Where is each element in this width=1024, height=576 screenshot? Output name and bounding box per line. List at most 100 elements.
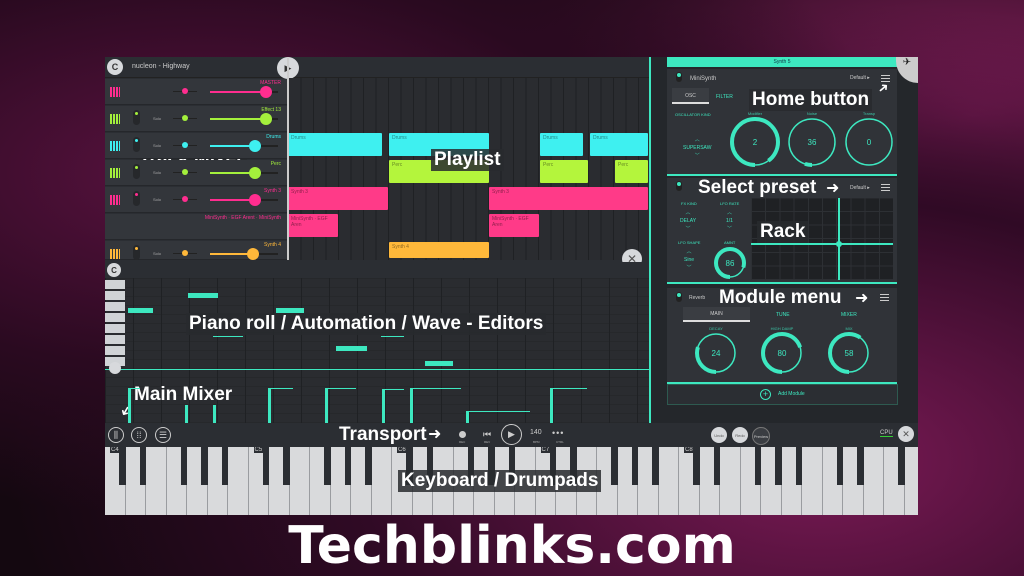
automation-point[interactable] [268, 388, 293, 423]
main-mixer-button[interactable]: ⫼ [108, 427, 124, 443]
knob-synth-2[interactable]: Transp 0 [843, 111, 895, 170]
note[interactable] [188, 293, 218, 298]
home-menu-button[interactable]: C [107, 59, 123, 75]
white-key[interactable] [228, 447, 249, 515]
xy-pad-handle[interactable] [836, 241, 842, 247]
fx-kind-selector[interactable]: ︿ DELAY ﹀ [680, 209, 696, 233]
white-key[interactable] [658, 447, 679, 515]
solo-button[interactable]: Solo [153, 197, 161, 202]
knob-reverb-2[interactable]: MIX 58 [827, 326, 871, 377]
playlist-clip[interactable]: MiniSynth · EGF Aren [489, 214, 539, 237]
automation-point[interactable] [213, 405, 216, 423]
automation-point[interactable] [382, 389, 404, 423]
note[interactable] [425, 361, 453, 366]
split-handle[interactable] [109, 362, 121, 374]
more-icon[interactable]: ••• [552, 428, 564, 438]
tab-mixer[interactable]: MIXER [841, 312, 857, 318]
piano-roll-key[interactable] [105, 313, 125, 322]
preset-selector[interactable]: Default ▸ [850, 75, 870, 81]
white-key[interactable] [904, 447, 918, 515]
automation-point[interactable] [466, 411, 530, 423]
white-key[interactable] [371, 447, 392, 515]
record-button[interactable] [459, 431, 466, 438]
knob-amnt[interactable]: 86 [713, 246, 747, 282]
pan-knob[interactable] [182, 169, 188, 175]
note[interactable] [336, 346, 367, 351]
knob-reverb-0[interactable]: DECAY 24 [694, 326, 738, 377]
undo-button[interactable]: Undo [711, 427, 727, 443]
knob-dial[interactable]: 58 [827, 331, 871, 375]
automation-point[interactable] [410, 388, 461, 423]
automation-point[interactable] [550, 388, 587, 423]
volume-slider[interactable] [249, 140, 261, 152]
automation-point[interactable] [325, 388, 356, 423]
playhead[interactable] [287, 57, 289, 260]
white-key[interactable] [863, 447, 884, 515]
preview-button[interactable]: Preview [752, 427, 770, 445]
redo-button[interactable]: Redo [732, 427, 748, 443]
tab-filter[interactable]: FILTER [716, 94, 733, 100]
lfo-rate-selector[interactable]: ︿ 1/1 ﹀ [726, 209, 733, 233]
piano-roll-key[interactable] [105, 324, 125, 333]
piano-roll-keys[interactable] [105, 280, 125, 370]
white-key[interactable] [289, 447, 310, 515]
playlist-clip[interactable]: Perc [615, 160, 648, 183]
playlist-clip[interactable]: Drums [590, 133, 648, 156]
drumpads-button[interactable]: ⁞⁞ [131, 427, 147, 443]
knob-dial[interactable]: 86 [713, 246, 747, 280]
knob-dial[interactable]: 2 [729, 116, 781, 168]
fx-menu-icon[interactable] [881, 184, 890, 191]
white-key[interactable] [146, 447, 167, 515]
playlist-clip[interactable]: Drums [288, 133, 382, 156]
play-button[interactable]: ▶ [501, 424, 522, 445]
piano-roll-key[interactable] [105, 302, 125, 311]
pan-knob[interactable] [182, 115, 188, 121]
pan-knob[interactable] [182, 250, 188, 256]
playlist-clip[interactable]: Synth 3 [288, 187, 388, 210]
osc-kind-selector[interactable]: ︿ SUPERSAW ﹀ [683, 136, 711, 160]
note[interactable] [276, 308, 304, 313]
solo-button[interactable]: Solo [153, 251, 161, 256]
playlist-clip[interactable]: Perc [540, 160, 588, 183]
close-app-button[interactable]: ✕ [898, 426, 914, 442]
knob-dial[interactable]: 80 [760, 331, 804, 375]
playlist-clip[interactable]: Synth 3 [489, 187, 648, 210]
volume-slider[interactable] [247, 248, 259, 260]
tab-tune[interactable]: TUNE [776, 312, 790, 318]
piano-roll-key[interactable] [105, 346, 125, 355]
piano-roll-key[interactable] [105, 280, 125, 289]
knob-synth-1[interactable]: Noise 36 [786, 111, 838, 170]
bpm-value[interactable]: 140 [530, 429, 542, 436]
knob-synth-0[interactable]: Modifier 2 [729, 111, 781, 170]
piano-roll-key[interactable] [105, 291, 125, 300]
rewind-icon[interactable]: ⏮ [483, 429, 491, 440]
volume-slider[interactable] [260, 86, 272, 98]
reverb-menu-icon[interactable] [880, 294, 889, 301]
solo-button[interactable]: Solo [153, 116, 161, 121]
note[interactable] [128, 308, 153, 313]
volume-slider[interactable] [249, 194, 261, 206]
volume-slider[interactable] [249, 167, 261, 179]
keyboard-button[interactable]: ☰ [155, 427, 171, 443]
knob-reverb-1[interactable]: HIGH DAMP 80 [760, 326, 804, 377]
playlist-clip[interactable]: Drums [540, 133, 583, 156]
knob-dial[interactable]: 0 [843, 116, 895, 168]
white-key[interactable] [720, 447, 741, 515]
automation-point[interactable] [128, 388, 140, 423]
playlist-clip[interactable]: MiniSynth · EGF Aren [288, 214, 338, 237]
playlist-clip[interactable]: Synth 4 [389, 242, 489, 258]
lfo-shape-selector[interactable]: ︿ Sine ﹀ [684, 248, 694, 272]
tab-osc[interactable]: OSC [672, 88, 709, 104]
add-module-button[interactable]: + Add Module [667, 384, 898, 405]
white-key[interactable] [802, 447, 823, 515]
fx-preset-selector[interactable]: Default ▸ [850, 185, 870, 191]
knob-dial[interactable]: 24 [694, 331, 738, 375]
pan-knob[interactable] [182, 196, 188, 202]
editor-menu-button[interactable]: C [107, 263, 121, 277]
solo-button[interactable]: Solo [153, 143, 161, 148]
tab-main[interactable]: MAIN [683, 307, 750, 322]
automation-point[interactable] [185, 405, 188, 423]
pan-knob[interactable] [182, 142, 188, 148]
volume-slider[interactable] [260, 113, 272, 125]
editor-split-line[interactable] [105, 369, 649, 370]
